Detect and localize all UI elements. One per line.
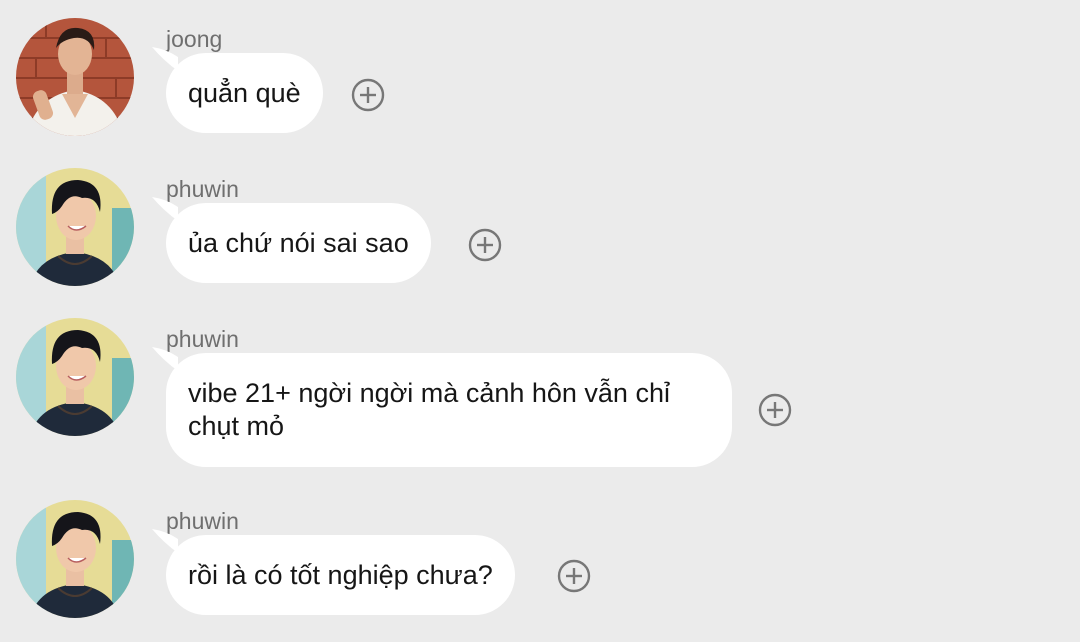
- bubble-tail: [152, 529, 178, 553]
- bubble-tail: [152, 47, 178, 71]
- avatar-phuwin[interactable]: [16, 500, 134, 618]
- avatar-phuwin[interactable]: [16, 318, 134, 436]
- message-bubble[interactable]: vibe 21+ ngời ngời mà cảnh hôn vẫn chỉ c…: [152, 347, 732, 467]
- avatar-phuwin[interactable]: [16, 168, 134, 286]
- add-reaction-icon[interactable]: [468, 228, 502, 262]
- add-reaction-icon[interactable]: [557, 559, 591, 593]
- message-bubble[interactable]: quẳn què: [152, 47, 323, 133]
- add-reaction-icon[interactable]: [758, 393, 792, 427]
- message-text: ủa chứ nói sai sao: [188, 227, 409, 258]
- add-reaction-icon[interactable]: [351, 78, 385, 112]
- message-bubble[interactable]: rồi là có tốt nghiệp chưa?: [152, 529, 515, 615]
- bubble-tail: [152, 347, 178, 371]
- message-text: rồi là có tốt nghiệp chưa?: [188, 559, 493, 590]
- message-bubble[interactable]: ủa chứ nói sai sao: [152, 197, 431, 283]
- avatar-joong[interactable]: [16, 18, 134, 136]
- bubble-tail: [152, 197, 178, 221]
- message-text: quẳn què: [188, 77, 301, 108]
- message-text: vibe 21+ ngời ngời mà cảnh hôn vẫn chỉ c…: [188, 378, 670, 441]
